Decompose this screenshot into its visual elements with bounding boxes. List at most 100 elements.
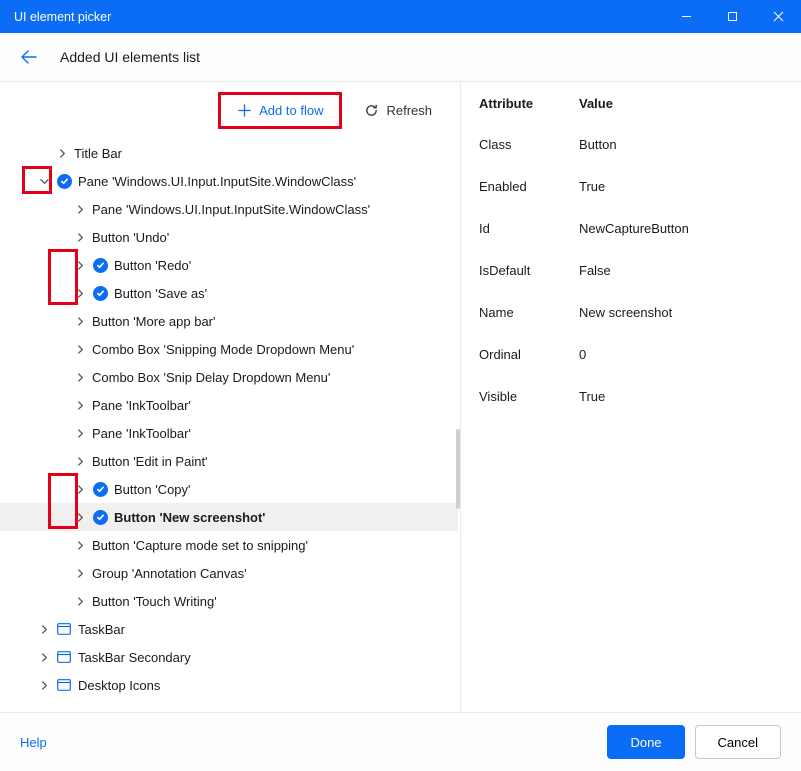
tree-item[interactable]: TaskBar Secondary	[0, 643, 458, 671]
chevron-right-icon[interactable]	[38, 681, 50, 690]
check-icon	[93, 482, 108, 497]
tree-item[interactable]: Button 'Edit in Paint'	[0, 447, 458, 475]
tree-item-label: Combo Box 'Snip Delay Dropdown Menu'	[92, 370, 458, 385]
attribute-value: True	[579, 389, 605, 404]
tree-item-label: Combo Box 'Snipping Mode Dropdown Menu'	[92, 342, 458, 357]
chevron-right-icon[interactable]	[74, 317, 86, 326]
tree-item[interactable]: Combo Box 'Snip Delay Dropdown Menu'	[0, 363, 458, 391]
details-header-attribute: Attribute	[479, 96, 579, 111]
attribute-row[interactable]: NameNew screenshot	[479, 291, 783, 333]
tree-item-label: Pane 'Windows.UI.Input.InputSite.WindowC…	[78, 174, 458, 189]
titlebar: UI element picker	[0, 0, 801, 33]
chevron-right-icon[interactable]	[74, 373, 86, 382]
window-minimize-button[interactable]	[663, 0, 709, 33]
chevron-right-icon[interactable]	[74, 485, 86, 494]
attribute-name: IsDefault	[479, 263, 579, 278]
tree-item[interactable]: Button 'Undo'	[0, 223, 458, 251]
window-close-button[interactable]	[755, 0, 801, 33]
tree-item-label: Pane 'InkToolbar'	[92, 398, 458, 413]
refresh-label: Refresh	[386, 103, 432, 118]
refresh-icon	[364, 103, 379, 118]
chevron-right-icon[interactable]	[56, 149, 68, 158]
chevron-right-icon[interactable]	[74, 289, 86, 298]
tree-item[interactable]: Button 'More app bar'	[0, 307, 458, 335]
chevron-right-icon[interactable]	[74, 513, 86, 522]
tree-item-label: Button 'Capture mode set to snipping'	[92, 538, 458, 553]
tree-view[interactable]: Title Bar Pane 'Windows.UI.Input.InputSit…	[0, 139, 460, 712]
tree-item[interactable]: TaskBar	[0, 615, 458, 643]
plus-icon	[237, 103, 252, 118]
tree-item[interactable]: Button 'New screenshot'	[0, 503, 458, 531]
attribute-name: Class	[479, 137, 579, 152]
back-arrow-icon[interactable]	[20, 48, 38, 66]
checked-badge	[92, 285, 108, 301]
tree-item[interactable]: Button 'Touch Writing'	[0, 587, 458, 615]
tree-item[interactable]: Pane 'Windows.UI.Input.InputSite.WindowC…	[0, 167, 458, 195]
tree-item[interactable]: Desktop Icons	[0, 671, 458, 699]
window-icon	[56, 649, 72, 665]
scrollbar-thumb[interactable]	[456, 429, 460, 509]
chevron-right-icon[interactable]	[74, 261, 86, 270]
tree-item-label: Button 'Redo'	[114, 258, 458, 273]
attribute-name: Id	[479, 221, 579, 236]
footer: Help Done Cancel	[0, 713, 801, 771]
attribute-name: Ordinal	[479, 347, 579, 362]
tree-item[interactable]: Pane 'InkToolbar'	[0, 391, 458, 419]
done-button[interactable]: Done	[607, 725, 684, 759]
checked-badge	[92, 257, 108, 273]
tree-item[interactable]: Button 'Redo'	[0, 251, 458, 279]
chevron-right-icon[interactable]	[74, 597, 86, 606]
tree-item-label: Group 'Annotation Canvas'	[92, 566, 458, 581]
chevron-right-icon[interactable]	[74, 457, 86, 466]
tree-item-label: Button 'More app bar'	[92, 314, 458, 329]
tree-item[interactable]: Button 'Copy'	[0, 475, 458, 503]
checked-badge	[56, 173, 72, 189]
chevron-right-icon[interactable]	[74, 345, 86, 354]
attribute-row[interactable]: IdNewCaptureButton	[479, 207, 783, 249]
check-icon	[93, 258, 108, 273]
attribute-row[interactable]: IsDefaultFalse	[479, 249, 783, 291]
toolbar: Add to flow Refresh	[0, 82, 460, 139]
cancel-button[interactable]: Cancel	[695, 725, 781, 759]
attribute-row[interactable]: ClassButton	[479, 123, 783, 165]
tree-item[interactable]: Pane 'Windows.UI.Input.InputSite.WindowC…	[0, 195, 458, 223]
tree-item[interactable]: Title Bar	[0, 139, 458, 167]
chevron-right-icon[interactable]	[38, 625, 50, 634]
tree-item-label: Button 'Edit in Paint'	[92, 454, 458, 469]
chevron-right-icon[interactable]	[74, 541, 86, 550]
tree-item-label: Button 'Save as'	[114, 286, 458, 301]
tree-item[interactable]: Pane 'InkToolbar'	[0, 419, 458, 447]
tree-item[interactable]: Button 'Save as'	[0, 279, 458, 307]
window-maximize-button[interactable]	[709, 0, 755, 33]
tree-item[interactable]: Button 'Capture mode set to snipping'	[0, 531, 458, 559]
attribute-row[interactable]: EnabledTrue	[479, 165, 783, 207]
details-pane: Attribute Value ClassButtonEnabledTrueId…	[460, 82, 801, 712]
check-icon	[93, 510, 108, 525]
left-pane: Add to flow Refresh Title Bar Pane 'Windo…	[0, 82, 460, 712]
tree-item-label: Button 'Undo'	[92, 230, 458, 245]
details-header: Attribute Value	[479, 96, 783, 123]
tree-item[interactable]: Group 'Annotation Canvas'	[0, 559, 458, 587]
refresh-button[interactable]: Refresh	[352, 97, 444, 124]
chevron-right-icon[interactable]	[74, 205, 86, 214]
add-to-flow-button[interactable]: Add to flow	[225, 97, 335, 124]
help-link[interactable]: Help	[20, 735, 47, 750]
checked-badge	[92, 509, 108, 525]
chevron-right-icon[interactable]	[74, 401, 86, 410]
chevron-right-icon[interactable]	[74, 569, 86, 578]
tree-item-label: TaskBar	[78, 622, 458, 637]
highlight-box-add-to-flow: Add to flow	[218, 92, 342, 129]
tree-item[interactable]: Combo Box 'Snipping Mode Dropdown Menu'	[0, 335, 458, 363]
chevron-right-icon[interactable]	[74, 233, 86, 242]
chevron-right-icon[interactable]	[38, 653, 50, 662]
header: Added UI elements list	[0, 33, 801, 81]
chevron-down-icon[interactable]	[38, 177, 50, 186]
attribute-row[interactable]: Ordinal0	[479, 333, 783, 375]
checked-badge	[92, 481, 108, 497]
attribute-row[interactable]: VisibleTrue	[479, 375, 783, 417]
attribute-value: True	[579, 179, 605, 194]
attribute-value: New screenshot	[579, 305, 672, 320]
window-title: UI element picker	[14, 10, 663, 24]
chevron-right-icon[interactable]	[74, 429, 86, 438]
window-icon	[56, 677, 72, 693]
